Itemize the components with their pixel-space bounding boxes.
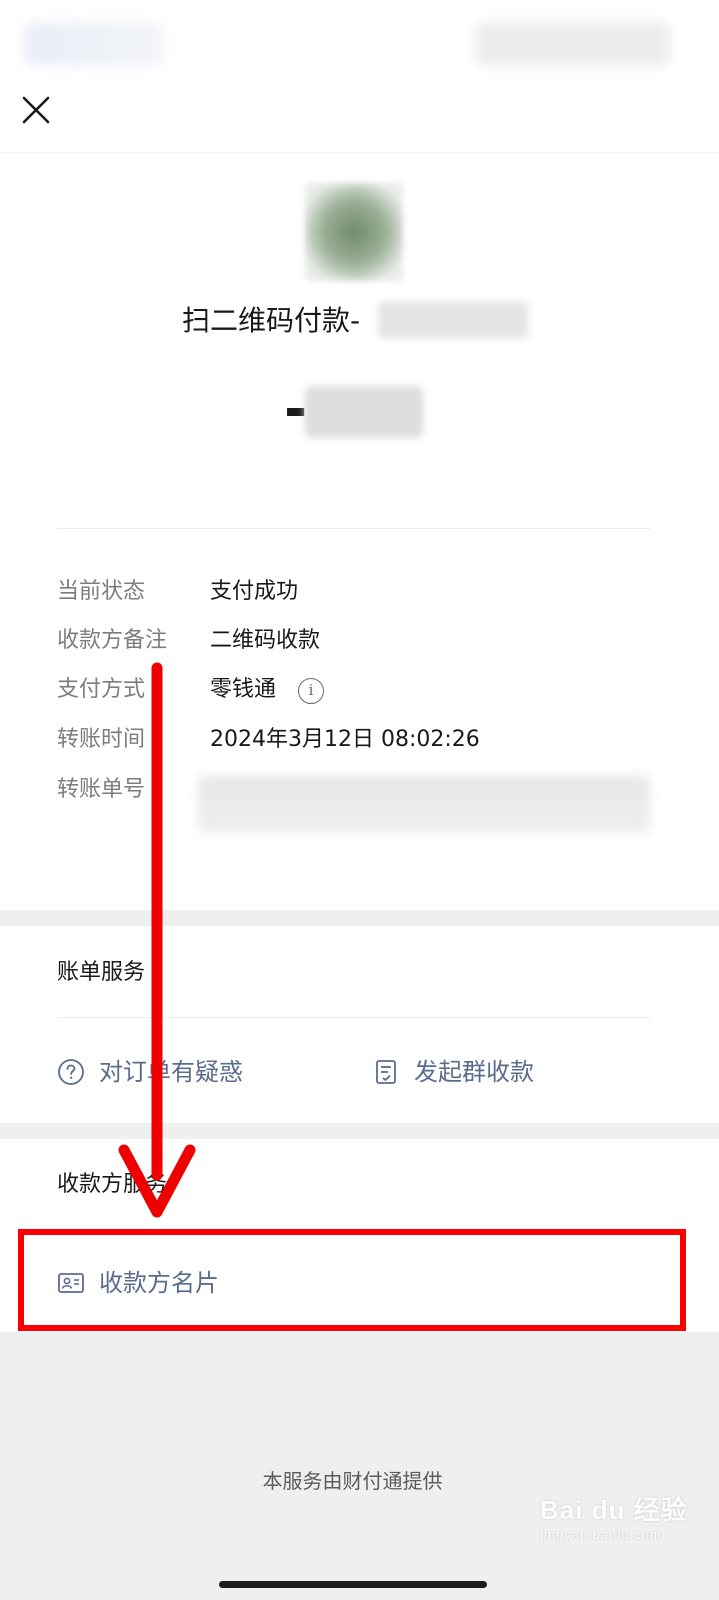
status-bar-left-blurred — [24, 22, 164, 66]
section-separator — [0, 1123, 719, 1139]
group-collect-link[interactable]: 发起群收款 — [372, 1053, 534, 1089]
serial-number-blurred — [198, 776, 650, 834]
home-indicator[interactable] — [219, 1581, 487, 1588]
detail-label-serial: 转账单号 — [57, 777, 146, 802]
group-collect-label: 发起群收款 — [414, 1058, 534, 1086]
detail-label-payment-method: 支付方式 — [57, 677, 146, 702]
detail-value-payment-method: 零钱通 — [210, 677, 277, 702]
info-icon[interactable]: i — [298, 678, 324, 704]
document-icon — [376, 1060, 396, 1084]
detail-label-status: 当前状态 — [57, 579, 146, 604]
merchant-name-blurred — [378, 302, 528, 338]
close-button[interactable] — [16, 90, 56, 130]
detail-label-time: 转账时间 — [57, 727, 146, 752]
close-icon — [22, 96, 50, 124]
baidu-watermark: Bai du 经验 jingyan.baidu.com — [540, 1490, 710, 1550]
order-question-label: 对订单有疑惑 — [99, 1058, 243, 1086]
order-question-link[interactable]: 对订单有疑惑 — [57, 1053, 243, 1089]
detail-value-status: 支付成功 — [210, 579, 299, 604]
amount-sign: - — [284, 377, 308, 442]
status-bar-right-blurred — [475, 22, 670, 66]
detail-label-remark: 收款方备注 — [57, 628, 168, 653]
detail-value-remark: 二维码收款 — [210, 628, 321, 653]
header-divider — [0, 152, 719, 153]
bill-services-divider — [57, 1017, 650, 1018]
payee-services-title: 收款方服务 — [57, 1172, 168, 1197]
watermark-sub: jingyan.baidu.com — [540, 1527, 662, 1542]
section-separator — [0, 910, 719, 926]
merchant-avatar — [305, 183, 403, 281]
annotation-highlight-box — [18, 1229, 686, 1331]
detail-value-time: 2024年3月12日 08:02:26 — [210, 727, 480, 752]
amount-blurred — [305, 386, 423, 438]
question-circle-icon — [58, 1059, 84, 1085]
merchant-title: 扫二维码付款- — [182, 304, 361, 337]
bill-services-title: 账单服务 — [57, 960, 146, 985]
summary-divider — [57, 528, 650, 529]
watermark-main: Bai du 经验 — [540, 1495, 688, 1525]
